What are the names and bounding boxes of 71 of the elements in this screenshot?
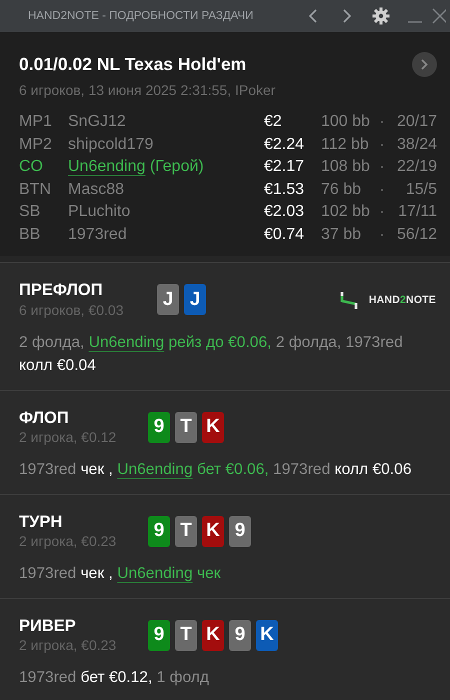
player-name[interactable]: shipcold179 — [68, 136, 154, 152]
street-title: ФЛОП — [19, 409, 70, 428]
chevron-left-icon — [309, 9, 317, 23]
player-stats: 22/19 — [396, 157, 437, 177]
player-link[interactable]: Un6ending — [117, 565, 193, 582]
stack-amount: €2.24 — [264, 134, 306, 154]
stack-bb: 100 bb — [321, 112, 371, 132]
playing-card: K — [202, 620, 224, 650]
player-link[interactable]: Un6ending — [117, 461, 193, 478]
player-stats: 38/24 — [396, 134, 437, 154]
stack-amount: €0.74 — [264, 224, 306, 244]
action-summary: 1973red бет €0.12, 1 фолд — [19, 668, 210, 688]
playing-card: J — [184, 284, 206, 315]
stack-bb: 108 bb — [321, 157, 371, 177]
position-label: MP1 — [19, 112, 53, 132]
stack-bb: 102 bb — [321, 202, 371, 222]
action-summary: 2 фолда, Un6ending рейз до €0.06, 2 фолда, 1973red колл €0.04 — [19, 333, 404, 376]
settings-icon — [372, 7, 390, 25]
window-title: HAND2NOTE - ПОДРОБНОСТИ РАЗДАЧИ — [28, 10, 254, 22]
playing-card: T — [175, 620, 197, 650]
stack-amount: €2.03 — [264, 202, 306, 222]
street-info: 2 игрока, €0.12 — [19, 429, 118, 445]
player-name[interactable]: Masc88 — [68, 180, 124, 198]
action-summary: 1973red чек , Un6ending чек — [19, 564, 222, 584]
hero-label: (Герой) — [150, 158, 204, 175]
street-title: ПРЕФЛОП — [19, 281, 104, 300]
player-stats: 15/5 — [406, 180, 437, 200]
playing-card: 9 — [148, 516, 170, 546]
next-button[interactable] — [412, 52, 437, 77]
stack-bb: 112 bb — [321, 134, 370, 154]
position-label: SB — [19, 202, 42, 222]
chevron-right-icon — [421, 59, 428, 70]
stack-amount: €2.17 — [264, 157, 306, 177]
player-stats: 56/12 — [396, 224, 437, 244]
street-title: ТУРН — [19, 513, 64, 532]
street-title: РИВЕР — [19, 617, 77, 636]
minimize-icon — [408, 21, 422, 23]
action-summary: 1973red чек , Un6ending бет €0.06, 1973red колл €0.06 — [19, 460, 412, 480]
playing-card: T — [175, 412, 197, 442]
playing-card: 9 — [148, 620, 170, 650]
player-stats: 20/17 — [396, 112, 437, 132]
chevron-right-icon — [343, 9, 351, 23]
stack-bb: 76 bb — [321, 180, 362, 200]
stack-amount: €2 — [264, 112, 283, 132]
playing-card: K — [256, 620, 278, 650]
stack-amount: €1.53 — [264, 180, 306, 200]
close-icon — [432, 8, 446, 24]
playing-card: K — [202, 412, 224, 442]
hand-info: 6 игроков, 13 июня 2025 2:31:55, IPoker — [19, 82, 276, 98]
player-link[interactable]: Un6ending — [88, 334, 164, 351]
stack-bb: 37 bb — [321, 224, 362, 244]
player-name[interactable]: SnGJ12 — [68, 113, 126, 130]
position-label: BB — [19, 224, 42, 244]
player-name[interactable]: Un6ending — [68, 158, 146, 175]
playing-card: 9 — [229, 516, 251, 546]
player-stats: 17/11 — [398, 202, 437, 222]
playing-card: K — [202, 516, 224, 546]
playing-card: T — [175, 516, 197, 546]
playing-card: 9 — [229, 620, 251, 650]
player-name[interactable]: PLuchito — [68, 203, 130, 220]
street-info: 2 игрока, €0.23 — [19, 533, 118, 549]
position-label: MP2 — [19, 134, 53, 154]
playing-card: 9 — [148, 412, 170, 442]
position-label: CO — [19, 157, 44, 177]
street-info: 2 игрока, €0.23 — [19, 637, 118, 653]
position-label: BTN — [19, 180, 52, 200]
logo-text: HAND2NOTE — [368, 294, 436, 306]
playing-card: J — [157, 284, 179, 315]
player-name[interactable]: 1973red — [68, 226, 127, 242]
game-title: 0.01/0.02 NL Texas Hold'em — [19, 54, 246, 75]
street-info: 6 игроков, €0.03 — [19, 302, 124, 318]
